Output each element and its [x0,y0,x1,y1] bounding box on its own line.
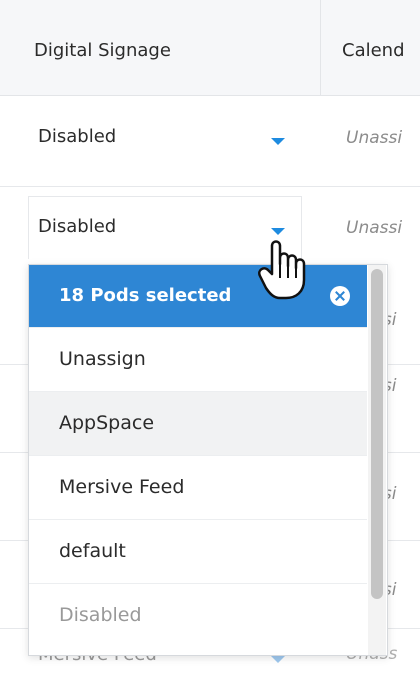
caret-down-icon[interactable] [271,228,285,235]
column-header-calendar[interactable]: Calend [342,40,405,61]
option-mersive-feed[interactable]: Mersive Feed [29,455,367,520]
column-header-digital-signage[interactable]: Digital Signage [34,40,171,61]
calendar-value: Unassi [346,128,403,148]
clear-circle-icon[interactable] [330,286,350,306]
hand-pointer-icon [258,240,306,300]
caret-down-icon[interactable] [271,138,285,145]
table-row: Disabled Unassi [0,186,420,276]
scrollbar-thumb[interactable] [371,269,383,599]
signage-dropdown-menu: 18 Pods selected Unassign AppSpace Mersi… [28,264,388,656]
selection-header: 18 Pods selected [29,265,367,327]
option-appspace[interactable]: AppSpace [29,391,367,456]
signage-select-value[interactable]: Disabled [38,216,116,237]
selection-count-label: 18 Pods selected [59,285,232,306]
option-disabled[interactable]: Disabled [29,583,367,648]
caret-down-icon[interactable] [271,656,285,663]
calendar-value: Unassi [346,218,403,238]
table-header: Digital Signage Calend [0,0,420,96]
signage-select-value[interactable]: Disabled [38,126,116,147]
option-unassign[interactable]: Unassign [29,327,367,392]
column-divider[interactable] [320,0,321,95]
table-row: Disabled Unassi [0,96,420,187]
option-default[interactable]: default [29,519,367,584]
